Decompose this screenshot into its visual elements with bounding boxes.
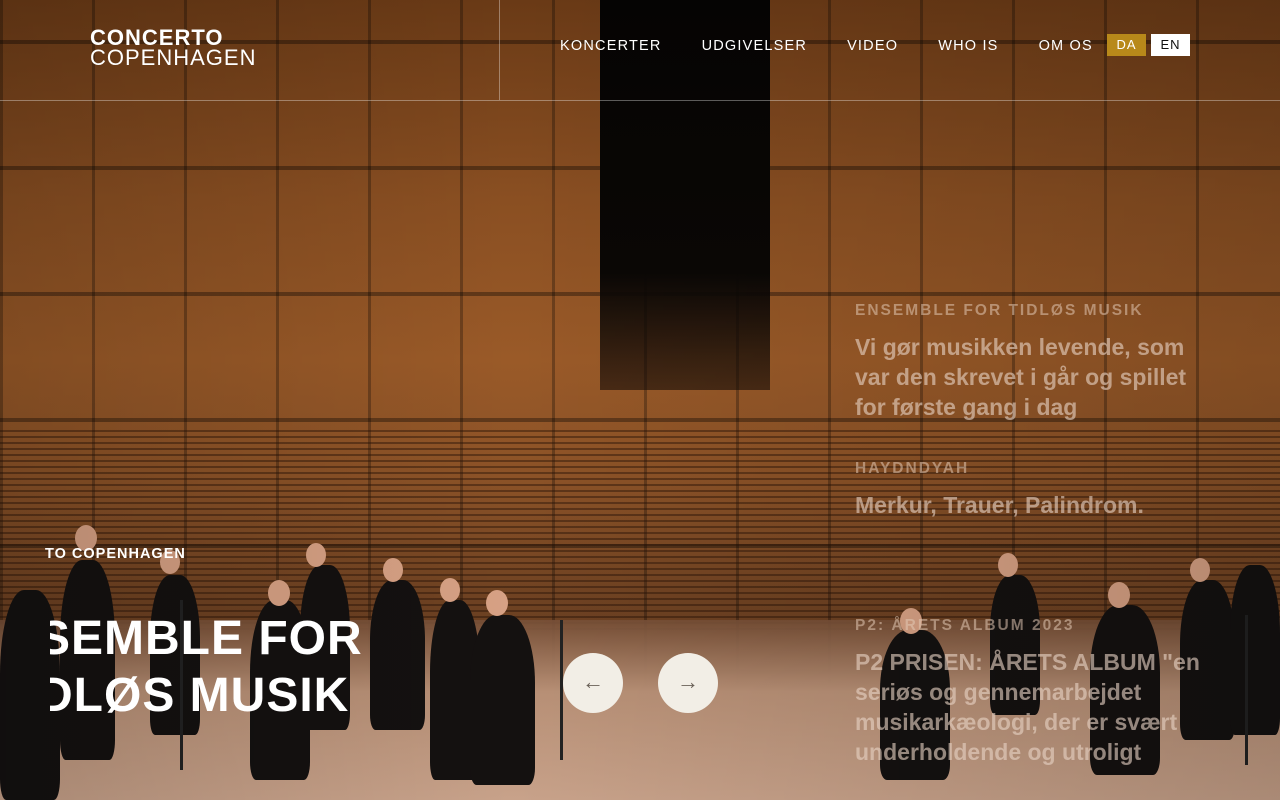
nav-item-udgivelser[interactable]: UDGIVELSER (702, 36, 807, 56)
hero-title: SEMBLE FOR DLØS MUSIK (50, 610, 390, 724)
carousel-next-button[interactable]: → (658, 653, 718, 713)
nav-item-koncerter[interactable]: KONCERTER (560, 36, 662, 56)
main-nav: KONCERTER UDGIVELSER VIDEO WHO IS OM OS (560, 36, 1133, 56)
slide-item[interactable]: P2: ÅRETS ALBUM 2023 P2 PRISEN: ÅRETS AL… (855, 617, 1215, 767)
slide-headline: P2 PRISEN: ÅRETS ALBUM "en seriøs og gen… (855, 649, 1200, 765)
nav-item-who-is[interactable]: WHO IS (938, 36, 998, 56)
slide-kicker: HAYDNDYAH (855, 460, 970, 477)
slide-item[interactable]: HAYDNDYAH Merkur, Trauer, Palindrom. (855, 460, 1215, 520)
slide-headline: Merkur, Trauer, Palindrom. (855, 492, 1144, 518)
header-divider (499, 0, 500, 100)
slide-kicker: P2: ÅRETS ALBUM 2023 (855, 617, 1075, 634)
arrow-left-icon: ← (582, 669, 604, 694)
language-da-button[interactable]: DA (1107, 34, 1146, 56)
arrow-right-icon: → (677, 669, 699, 694)
slide-headline: Vi gør musikken levende, som var den skr… (855, 334, 1187, 420)
site-header: CONCERTO COPENHAGEN KONCERTER UDGIVELSER… (0, 0, 1280, 101)
nav-item-video[interactable]: VIDEO (847, 36, 898, 56)
hero-title-line2: DLØS MUSIK (50, 669, 350, 722)
nav-item-om-os[interactable]: OM OS (1039, 36, 1093, 56)
slide-kicker: ENSEMBLE FOR TIDLØS MUSIK (855, 302, 1144, 319)
language-en-button[interactable]: EN (1151, 34, 1190, 56)
logo[interactable]: CONCERTO COPENHAGEN (90, 27, 257, 70)
slide-item[interactable]: ENSEMBLE FOR TIDLØS MUSIK Vi gør musikke… (855, 302, 1215, 422)
hero-kicker: TO COPENHAGEN (45, 546, 185, 562)
logo-line2: COPENHAGEN (90, 45, 257, 70)
hero-title-line1: SEMBLE FOR (50, 612, 363, 665)
carousel-prev-button[interactable]: ← (563, 653, 623, 713)
